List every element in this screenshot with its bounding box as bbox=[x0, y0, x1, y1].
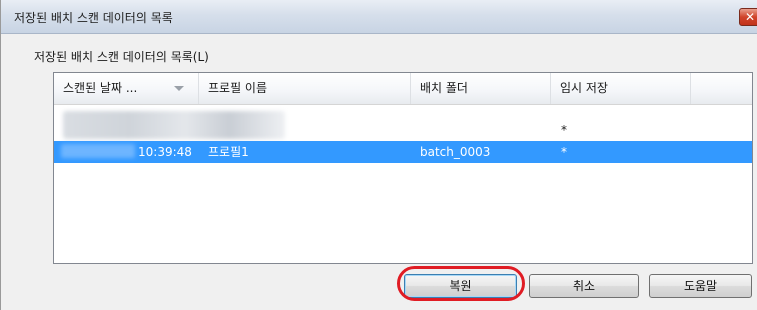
row-temp-save: * bbox=[561, 145, 567, 159]
column-header-label: 스캔된 날짜 ... bbox=[63, 81, 138, 95]
redacted-area bbox=[63, 111, 285, 139]
column-header-label: 배치 폴더 bbox=[420, 81, 468, 95]
column-header-temp-save[interactable]: 임시 저장 bbox=[551, 73, 691, 104]
close-button[interactable]: ✕ bbox=[739, 8, 757, 26]
close-icon: ✕ bbox=[744, 10, 756, 24]
cancel-button[interactable]: 취소 bbox=[529, 274, 639, 298]
redacted-area bbox=[61, 144, 135, 158]
row-profile: 프로필1 bbox=[208, 145, 249, 159]
row-folder: batch_0003 bbox=[420, 145, 491, 159]
row-temp-save: * bbox=[561, 123, 567, 137]
help-button[interactable]: 도움말 bbox=[649, 274, 752, 298]
column-header-label: 프로필 이름 bbox=[208, 81, 268, 95]
column-header-scan-date[interactable]: 스캔된 날짜 ... bbox=[54, 73, 199, 104]
list-header: 스캔된 날짜 ... 프로필 이름 배치 폴더 임시 저장 bbox=[54, 73, 752, 105]
list-label: 저장된 배치 스캔 데이터의 목록(L) bbox=[34, 50, 209, 64]
dialog-window: 저장된 배치 스캔 데이터의 목록 ✕ 저장된 배치 스캔 데이터의 목록(L)… bbox=[0, 0, 757, 310]
dialog-bottom-edge bbox=[1, 304, 757, 310]
batch-scan-list[interactable]: 스캔된 날짜 ... 프로필 이름 배치 폴더 임시 저장 * 10:39:48… bbox=[53, 72, 753, 264]
column-header-profile-name[interactable]: 프로필 이름 bbox=[199, 73, 411, 104]
title-bar[interactable]: 저장된 배치 스캔 데이터의 목록 ✕ bbox=[1, 0, 757, 34]
list-row-selected[interactable]: 10:39:48 프로필1 batch_0003 * bbox=[54, 141, 752, 163]
list-row[interactable]: * bbox=[54, 109, 752, 139]
column-header-batch-folder[interactable]: 배치 폴더 bbox=[411, 73, 551, 104]
window-title: 저장된 배치 스캔 데이터의 목록 bbox=[14, 11, 173, 25]
chevron-down-icon bbox=[174, 86, 184, 91]
row-date: 10:39:48 bbox=[138, 145, 192, 159]
highlight-ring bbox=[397, 266, 525, 301]
column-header-label: 임시 저장 bbox=[560, 81, 608, 95]
